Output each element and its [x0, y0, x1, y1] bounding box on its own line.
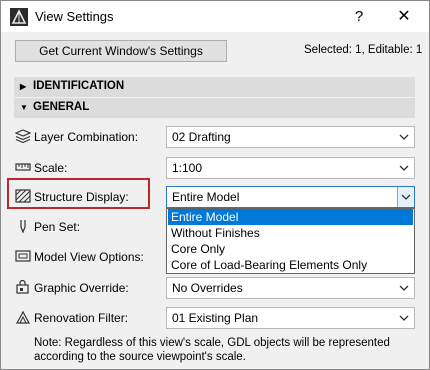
layers-icon	[15, 129, 31, 143]
section-general[interactable]: ▼ GENERAL	[14, 98, 415, 118]
scale-label: Scale:	[34, 161, 68, 175]
layer-combination-value: 02 Drafting	[172, 130, 231, 144]
layer-combination-select[interactable]: 02 Drafting	[166, 126, 415, 148]
view-settings-dialog: View Settings ? ✕ Get Current Window's S…	[0, 0, 430, 370]
section-label: IDENTIFICATION	[33, 80, 125, 92]
chevron-down-icon	[399, 134, 409, 140]
model-view-icon	[15, 250, 31, 262]
scale-select[interactable]: 1:100	[166, 157, 415, 179]
pen-set-label: Pen Set:	[34, 220, 81, 234]
window-title: View Settings	[35, 9, 114, 24]
structure-display-dropdown-list: Entire Model Without Finishes Core Only …	[166, 208, 415, 274]
graphic-override-value: No Overrides	[172, 281, 243, 295]
title-bar: View Settings ? ✕	[1, 1, 429, 32]
renovation-filter-select[interactable]: 01 Existing Plan	[166, 307, 415, 329]
get-current-window-settings-button[interactable]: Get Current Window's Settings	[15, 40, 227, 62]
dropdown-option-without-finishes[interactable]: Without Finishes	[168, 225, 413, 241]
structure-hatch-icon	[15, 189, 31, 203]
ruler-icon	[15, 163, 31, 171]
structure-display-value: Entire Model	[172, 190, 240, 204]
structure-display-select[interactable]: Entire Model	[166, 186, 415, 208]
help-button[interactable]: ?	[348, 6, 370, 28]
chevron-down-icon	[399, 165, 409, 171]
renovation-icon	[15, 310, 31, 324]
section-label: GENERAL	[33, 101, 90, 113]
dropdown-option-core-load-bearing[interactable]: Core of Load-Bearing Elements Only	[168, 257, 413, 273]
renovation-filter-value: 01 Existing Plan	[172, 311, 259, 325]
close-button[interactable]: ✕	[389, 6, 419, 28]
graphic-override-icon	[16, 280, 29, 294]
scale-note: Note: Regardless of this view's scale, G…	[34, 337, 390, 363]
graphic-override-label: Graphic Override:	[34, 281, 129, 295]
renovation-filter-label: Renovation Filter:	[34, 311, 129, 325]
chevron-down-icon	[399, 285, 409, 291]
dropdown-option-entire-model[interactable]: Entire Model	[168, 209, 413, 225]
section-identification[interactable]: ▶ IDENTIFICATION	[14, 77, 415, 97]
graphic-override-select[interactable]: No Overrides	[166, 277, 415, 299]
selection-status: Selected: 1, Editable: 1	[304, 44, 423, 56]
collapsed-triangle-icon: ▶	[20, 82, 27, 91]
structure-display-label: Structure Display:	[34, 190, 129, 204]
archicad-app-icon	[10, 8, 28, 26]
model-view-options-label: Model View Options:	[34, 250, 144, 264]
scale-value: 1:100	[172, 161, 203, 175]
pen-icon	[20, 220, 26, 233]
dropdown-option-core-only[interactable]: Core Only	[168, 241, 413, 257]
layer-combination-label: Layer Combination:	[34, 130, 139, 144]
dropdown-toggle[interactable]	[397, 187, 414, 207]
chevron-down-icon	[401, 194, 411, 200]
expanded-triangle-icon: ▼	[20, 103, 28, 112]
chevron-down-icon	[399, 315, 409, 321]
